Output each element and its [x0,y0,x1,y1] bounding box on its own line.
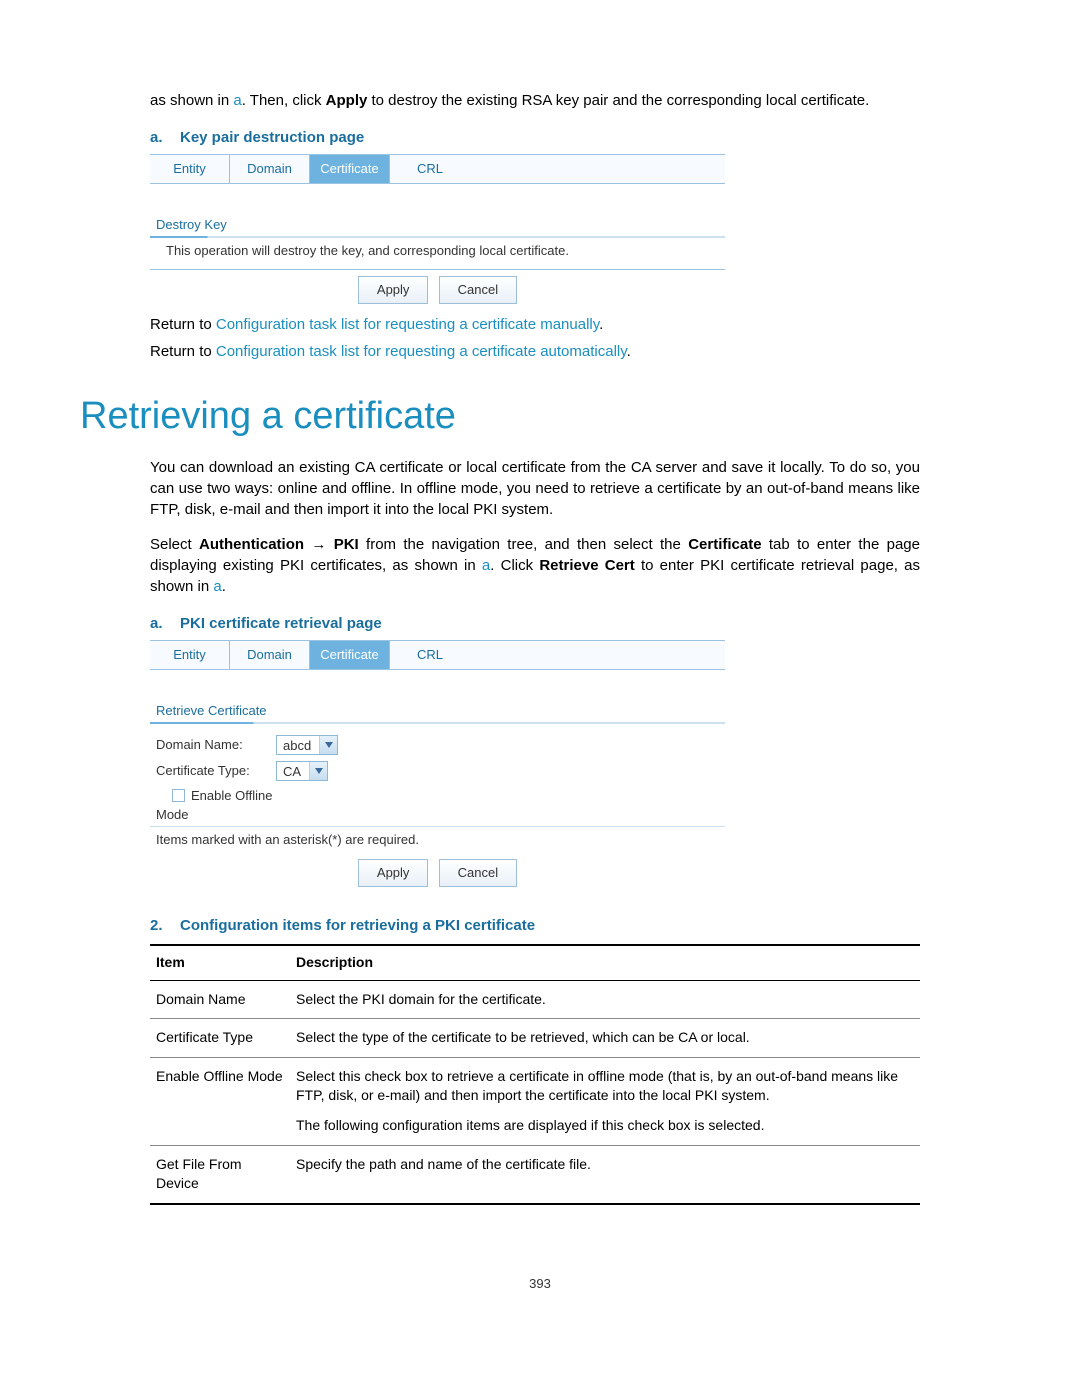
caption-config-items: 2.Configuration items for retrieving a P… [150,915,920,936]
para-1: You can download an existing CA certific… [150,457,920,520]
tab-entity[interactable]: Entity [150,155,230,183]
cell-item: Certificate Type [150,1019,290,1058]
para2-link-a2[interactable]: a [213,578,221,595]
config-table: Item Description Domain Name Select the … [150,944,920,1205]
cell-desc: Select the PKI domain for the certificat… [290,980,920,1019]
return-line-1: Return to Configuration task list for re… [150,314,920,335]
caption-key-pair: a.Key pair destruction page [150,127,920,148]
caption1-text: Key pair destruction page [180,129,364,146]
retrieve-rule [150,722,725,724]
intro-text: as shown in a. Then, click Apply to dest… [150,90,920,111]
cell-item: Get File From Device [150,1145,290,1204]
chevron-down-icon [319,736,337,754]
caption1-letter: a. [150,127,180,148]
required-note: Items marked with an asterisk(*) are req… [150,827,725,853]
destroy-key-label: Destroy Key [150,214,725,236]
tab2-crl[interactable]: CRL [390,641,470,669]
tab2-fill [470,641,725,669]
table-row: Enable Offline Mode Select this check bo… [150,1057,920,1145]
cell-desc: Select this check box to retrieve a cert… [290,1057,920,1145]
apply-button-2[interactable]: Apply [358,859,429,887]
return1-post: . [599,316,603,333]
retrieve-header: Retrieve Certificate [150,700,725,722]
page-number: 393 [80,1275,1000,1293]
cancel-button-2[interactable]: Cancel [439,859,517,887]
intro-pre: as shown in [150,92,233,109]
tab-fill [470,155,725,183]
tab2-domain[interactable]: Domain [230,641,310,669]
cell-desc: Specify the path and name of the certifi… [290,1145,920,1204]
tab2-certificate[interactable]: Certificate [310,641,390,669]
caption-retrieval: a.PKI certificate retrieval page [150,613,920,634]
tab-crl[interactable]: CRL [390,155,470,183]
para-2: Select Authentication → PKI from the nav… [150,534,920,597]
cell-item: Enable Offline Mode [150,1057,290,1145]
return2-post: . [627,343,631,360]
tab2-entity[interactable]: Entity [150,641,230,669]
caption3-text: Configuration items for retrieving a PKI… [180,917,535,934]
table-row: Certificate Type Select the type of the … [150,1019,920,1058]
th-item: Item [150,945,290,980]
tabs-row-1: Entity Domain Certificate CRL [150,154,725,184]
intro-apply-bold: Apply [326,92,368,109]
cell-desc: Select the type of the certificate to be… [290,1019,920,1058]
mode-label: Mode [150,806,725,827]
table-row: Get File From Device Specify the path an… [150,1145,920,1204]
intro-post1: . Then, click [242,92,326,109]
domain-name-label: Domain Name: [156,736,276,754]
tab-domain[interactable]: Domain [230,155,310,183]
section-heading: Retrieving a certificate [80,390,1000,443]
cancel-button-1[interactable]: Cancel [439,276,517,304]
return-line-2: Return to Configuration task list for re… [150,341,920,362]
retrieve-screenshot: Entity Domain Certificate CRL Retrieve C… [150,640,725,887]
key-destroy-screenshot: Entity Domain Certificate CRL Destroy Ke… [150,154,725,304]
intro-post2: to destroy the existing RSA key pair and… [367,92,869,109]
para2-link-a1[interactable]: a [482,557,490,574]
destroy-underline [150,269,725,270]
enable-offline-checkbox[interactable] [172,789,185,802]
intro-link-a[interactable]: a [233,92,241,109]
return1-pre: Return to [150,316,216,333]
caption2-text: PKI certificate retrieval page [180,615,382,632]
cert-type-value: CA [277,762,309,780]
return2-pre: Return to [150,343,216,360]
domain-name-dropdown[interactable]: abcd [276,735,338,755]
caption2-letter: a. [150,613,180,634]
domain-name-value: abcd [277,736,319,754]
caption3-letter: 2. [150,915,180,936]
return2-link[interactable]: Configuration task list for requesting a… [216,343,627,360]
cert-type-label: Certificate Type: [156,762,276,780]
tab-certificate[interactable]: Certificate [310,155,390,183]
destroy-text: This operation will destroy the key, and… [150,242,725,268]
enable-offline-label: Enable Offline [191,788,272,803]
chevron-down-icon [309,762,327,780]
destroy-rule [150,236,725,238]
apply-button-1[interactable]: Apply [358,276,429,304]
cell-item: Domain Name [150,980,290,1019]
tabs-row-2: Entity Domain Certificate CRL [150,640,725,670]
return1-link[interactable]: Configuration task list for requesting a… [216,316,599,333]
th-description: Description [290,945,920,980]
cert-type-dropdown[interactable]: CA [276,761,328,781]
table-row: Domain Name Select the PKI domain for th… [150,980,920,1019]
